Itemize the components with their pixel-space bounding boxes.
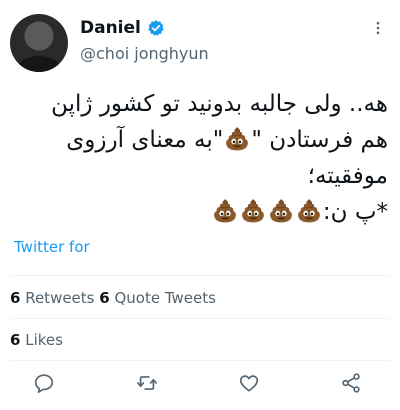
quote-tweets-count: 6 <box>99 289 110 307</box>
likes-label: Likes <box>20 331 63 349</box>
retweets-label: Retweets <box>20 289 100 307</box>
pile-of-poo-emoji-icon <box>212 198 238 224</box>
quote-tweets-link[interactable]: 6 Quote Tweets <box>99 289 216 307</box>
tweet-line-2-start: هم فرستادن " <box>251 127 388 153</box>
divider <box>10 275 390 276</box>
name-row: Daniel <box>80 18 165 38</box>
divider <box>10 318 390 319</box>
tweet-line-1: هه.. ولی جالبه بدونید تو کشور ژاپن <box>51 91 388 117</box>
tweet-line-4: *پ ن: <box>12 194 388 230</box>
quote-tweets-label: Quote Tweets <box>109 289 216 307</box>
display-name[interactable]: Daniel <box>80 18 141 38</box>
tweet-actions-bar <box>0 370 400 400</box>
tweet-line-2: هم فرستادن " "به معنای آرزوی <box>12 122 388 158</box>
tweet-line-2-end: "به معنای آرزوی <box>66 127 224 153</box>
tweet-text: هه.. ولی جالبه بدونید تو کشور ژاپن هم فر… <box>12 86 388 230</box>
likes-link[interactable]: 6 Likes <box>10 331 63 349</box>
share-icon[interactable] <box>340 372 364 396</box>
tweet-source-link[interactable]: Twitter for <box>14 238 90 256</box>
heart-icon[interactable] <box>238 372 262 396</box>
divider <box>10 360 390 361</box>
reply-icon[interactable] <box>33 372 57 396</box>
verified-badge-icon <box>147 19 165 37</box>
vertical-ellipsis-icon[interactable] <box>368 18 388 38</box>
pile-of-poo-emoji-icon <box>240 198 266 224</box>
retweet-icon[interactable] <box>136 372 160 396</box>
tweet-line-3: موفقیته؛ <box>307 163 388 189</box>
avatar[interactable] <box>10 14 68 72</box>
retweets-count: 6 <box>10 289 21 307</box>
engagement-stats: 6 Retweets 6 Quote Tweets <box>10 289 216 307</box>
tweet-line-4-prefix: *پ ن: <box>322 199 388 225</box>
tweet-header: Daniel @choi jonghyun <box>10 10 388 72</box>
retweets-link[interactable]: 6 Retweets <box>10 289 99 307</box>
likes-count: 6 <box>10 331 21 349</box>
user-handle[interactable]: @choi jonghyun <box>80 44 209 63</box>
pile-of-poo-emoji-icon <box>268 198 294 224</box>
pile-of-poo-emoji-icon <box>296 198 322 224</box>
pile-of-poo-emoji-icon <box>224 126 250 152</box>
